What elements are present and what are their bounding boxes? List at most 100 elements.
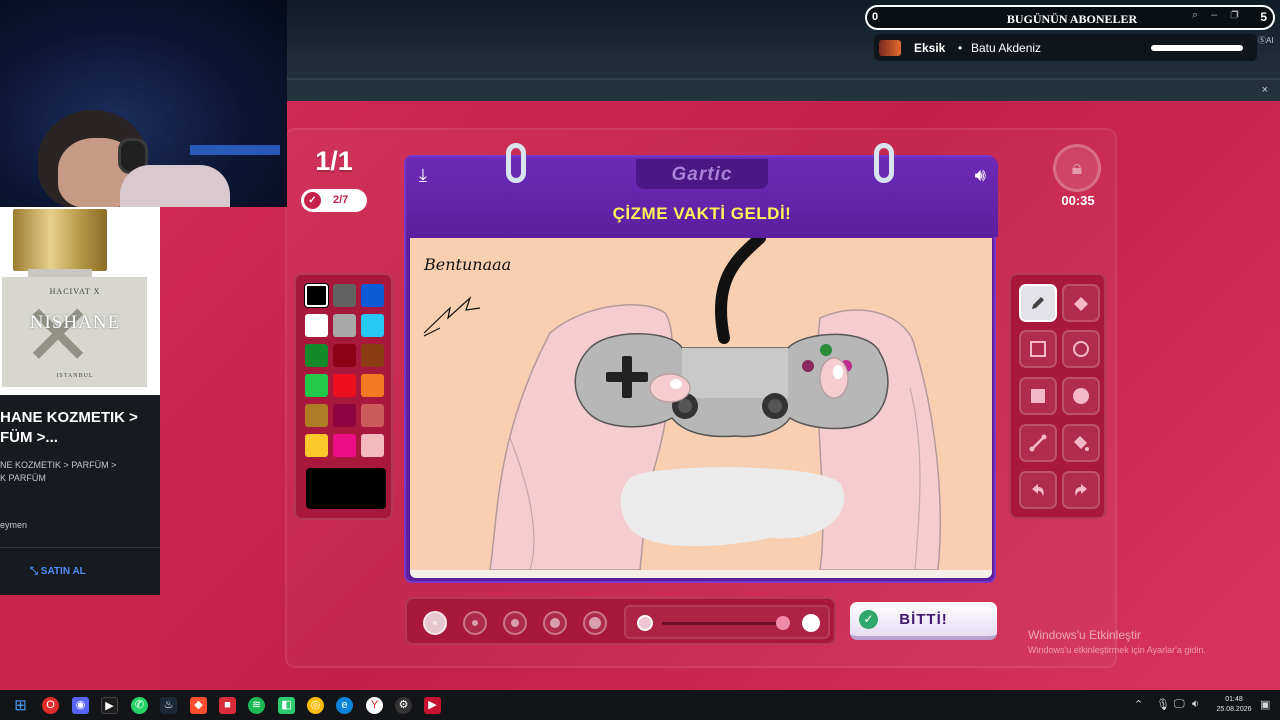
square-filled-icon [1031,389,1045,403]
rectangle-filled-tool[interactable] [1019,377,1057,415]
streamer-shirt [120,165,230,207]
brush-size-option[interactable] [503,611,527,635]
redo-tool[interactable] [1062,471,1100,509]
windows-start-icon[interactable]: ⊞ [12,697,29,714]
brush-size-option[interactable] [423,611,447,635]
drawing [410,238,992,570]
color-swatch[interactable] [361,434,384,457]
chevron-up-icon[interactable]: ⌃ [1134,698,1143,711]
color-swatch[interactable] [333,434,356,457]
green-app-icon[interactable]: ◧ [278,697,295,714]
edge-icon[interactable]: e [336,697,353,714]
divider [287,78,1280,80]
signature: Bentunaaa [424,255,512,274]
network-icon[interactable]: 🖵︎ [1174,698,1185,711]
color-swatch[interactable] [305,434,328,457]
close-icon[interactable]: × [1262,84,1268,96]
brush-size-panel [405,597,836,645]
board-header: ⤓ Gartic 🔊︎ ÇİZME VAKTİ GELDİ! [406,157,998,237]
color-swatch[interactable] [333,314,356,337]
brush-size-option[interactable] [543,611,567,635]
brand-main: NISHANE [29,312,121,333]
taskbar: ⊞ O ◉ ▶ ✆ ♨ ◆ ■ ≋ ◧ ◎ e Y ⚙ ▶ ⌃ 🎙︎ 🖵︎ 🔉︎… [0,690,1280,720]
pencil-tool[interactable] [1019,284,1057,322]
shield-icon[interactable]: ◆ [190,697,207,714]
color-swatch[interactable] [333,404,356,427]
slider-marker [776,616,790,630]
fill-tool[interactable] [1062,424,1100,462]
eraser-tool[interactable] [1062,284,1100,322]
paint-bucket-icon [1074,436,1089,451]
notification-icon[interactable]: ▣ [1260,698,1270,711]
logo-tab: Gartic [636,159,768,189]
circle-outline-icon [1073,341,1089,357]
lock-button[interactable]: 🔒︎ [1053,144,1101,192]
row-status: Eksik [914,41,946,55]
chrome-icon[interactable]: ◎ [307,697,324,714]
volume-icon[interactable]: 🔊︎ [975,165,986,186]
yandex-icon[interactable]: Y [366,697,383,714]
ad-title[interactable]: HANE KOZMETIK > FÜM >... [0,408,158,448]
brush-size-dot [589,617,601,629]
color-swatch[interactable] [361,374,384,397]
color-swatch[interactable] [305,314,328,337]
headline: ÇİZME VAKTİ GELDİ! [612,204,792,223]
youtube-icon[interactable]: ▶ [424,697,441,714]
drawing-canvas[interactable]: Bentunaaa [410,238,992,578]
line-tool[interactable] [1019,424,1057,462]
buy-button[interactable]: ⤡ SATIN AL [30,566,86,577]
color-swatch[interactable] [361,344,384,367]
download-icon[interactable]: ⤓ [419,165,427,186]
slider-knob[interactable] [802,614,820,632]
spotify-icon[interactable]: ≋ [248,697,265,714]
settings-icon[interactable]: ⚙ [395,697,412,714]
color-swatch[interactable] [333,344,356,367]
restore-icon[interactable]: ❐ [1230,9,1251,21]
activation-subtitle: Windows'u etkinleştirmek için Ayarlar'a … [1028,645,1206,655]
rectangle-outline-tool[interactable] [1019,330,1057,368]
color-swatch[interactable] [305,344,328,367]
color-swatch[interactable] [333,284,356,307]
speaker-icon[interactable]: 🔉︎ [1192,698,1199,711]
color-swatch[interactable] [333,374,356,397]
color-palette [294,273,393,520]
color-swatch[interactable] [305,374,328,397]
opacity-slider[interactable] [624,605,830,639]
bottle-x-mark: ✕ [22,286,95,386]
drawing-board: ⤓ Gartic 🔊︎ ÇİZME VAKTİ GELDİ! Bentunaaa [404,143,998,583]
ai-tag: ⓈAI [1258,36,1274,45]
color-swatch[interactable] [361,404,384,427]
steam-icon[interactable]: ♨ [160,697,177,714]
circle-outline-tool[interactable] [1062,330,1100,368]
done-label: BİTTİ! [899,611,948,628]
players-badge: ✓ 2/7 [301,189,367,212]
done-button[interactable]: ✓ BİTTİ! [850,602,997,640]
color-swatch[interactable] [361,284,384,307]
brush-size-option[interactable] [463,611,487,635]
brand-city: ISTANBUL [56,373,94,379]
row-name: Batu Akdeniz [971,41,1042,55]
minimize-icon[interactable]: – [1211,9,1230,21]
search-icon[interactable]: ⌕ [1192,9,1211,21]
color-swatch[interactable] [361,314,384,337]
whatsapp-icon[interactable]: ✆ [131,697,148,714]
window-controls: ⌕–❐ [1192,9,1252,22]
check-icon: ✓ [304,192,321,209]
bottle-cap [13,209,107,271]
brush-size-option[interactable] [583,611,607,635]
color-swatch[interactable] [305,284,328,307]
subscriber-row: Eksik • Batu Akdeniz [874,34,1257,61]
ad-seller: eymen [0,520,28,530]
product-image[interactable]: ✕ HACIVAT X NISHANE ISTANBUL [0,207,160,395]
color-swatch[interactable] [305,404,328,427]
red-app-icon[interactable]: ■ [219,697,236,714]
app-icon[interactable]: ▶ [101,697,118,714]
lock-icon: 🔒︎ [1071,157,1083,179]
discord-icon[interactable]: ◉ [72,697,89,714]
undo-tool[interactable] [1019,471,1057,509]
circle-filled-tool[interactable] [1062,377,1100,415]
redo-icon [1075,484,1087,496]
taskbar-clock[interactable]: 01:48 25.08.2026 [1212,695,1256,715]
opera-icon[interactable]: O [42,697,59,714]
mic-icon[interactable]: 🎙︎ [1156,698,1170,711]
